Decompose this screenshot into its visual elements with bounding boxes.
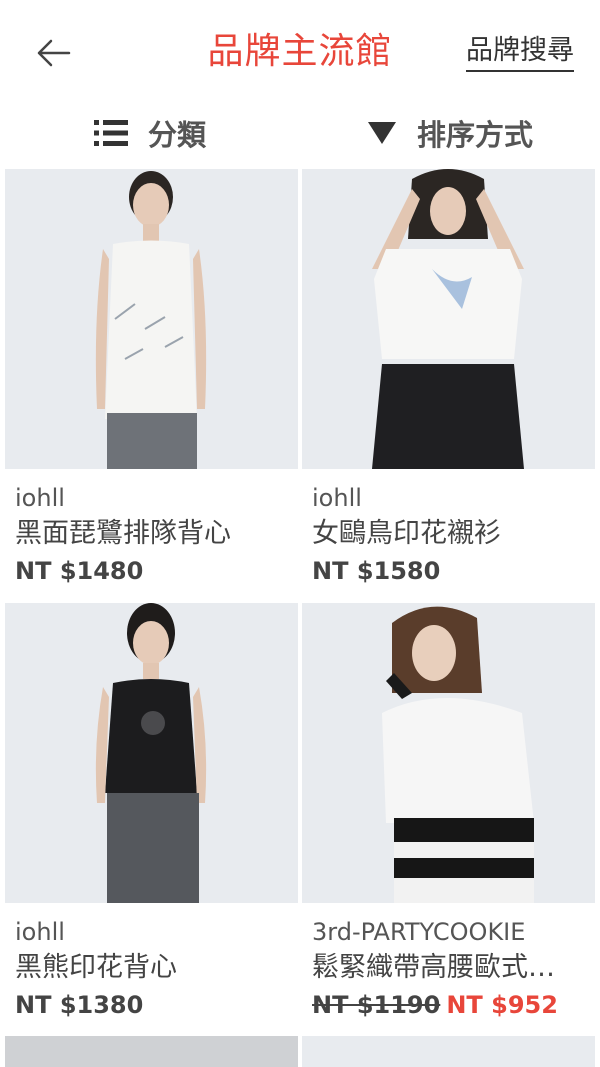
product-image [5, 169, 298, 469]
caret-down-icon [367, 122, 396, 144]
product-name: 黑面琵鷺排隊背心 [15, 518, 231, 549]
product-image [302, 603, 595, 903]
sale-price: NT $952 [446, 991, 558, 1019]
category-button[interactable]: 分類 [0, 100, 300, 166]
product-card-partial[interactable] [302, 1036, 595, 1067]
sort-button[interactable]: 排序方式 [300, 100, 600, 166]
list-icon [93, 120, 128, 146]
product-price: NT $1190 NT $952 [312, 987, 595, 1023]
product-image [302, 169, 595, 469]
product-card[interactable]: iohll 黑面琵鷺排隊背心 NT $1480 [5, 169, 298, 589]
product-card[interactable]: iohll 女鷗鳥印花襯衫 NT $1580 [302, 169, 595, 589]
product-name: 鬆緊織帶高腰歐式… [312, 952, 555, 983]
product-name: 黑熊印花背心 [15, 952, 177, 983]
header-bar: 品牌主流館 品牌搜尋 [0, 0, 600, 100]
filter-toolbar: 分類 排序方式 [0, 100, 600, 166]
product-card[interactable]: iohll 黑熊印花背心 NT $1380 [5, 603, 298, 1023]
product-price: NT $1580 [312, 557, 441, 585]
product-brand: iohll [15, 918, 65, 946]
original-price: NT $1190 [312, 991, 441, 1019]
sort-label: 排序方式 [416, 118, 533, 152]
product-card[interactable]: 3rd-PARTYCOOKIE 鬆緊織帶高腰歐式… NT $1190 NT $95… [302, 603, 595, 1023]
product-image [5, 603, 298, 903]
product-brand: 3rd-PARTYCOOKIE [312, 918, 526, 946]
product-card-partial[interactable] [5, 1036, 298, 1067]
product-price: NT $1480 [15, 557, 144, 585]
product-brand: iohll [312, 484, 362, 512]
brand-search-link[interactable]: 品牌搜尋 [466, 34, 574, 72]
product-price: NT $1380 [15, 991, 144, 1019]
product-name: 女鷗鳥印花襯衫 [312, 518, 501, 549]
product-brand: iohll [15, 484, 65, 512]
category-label: 分類 [147, 118, 206, 152]
